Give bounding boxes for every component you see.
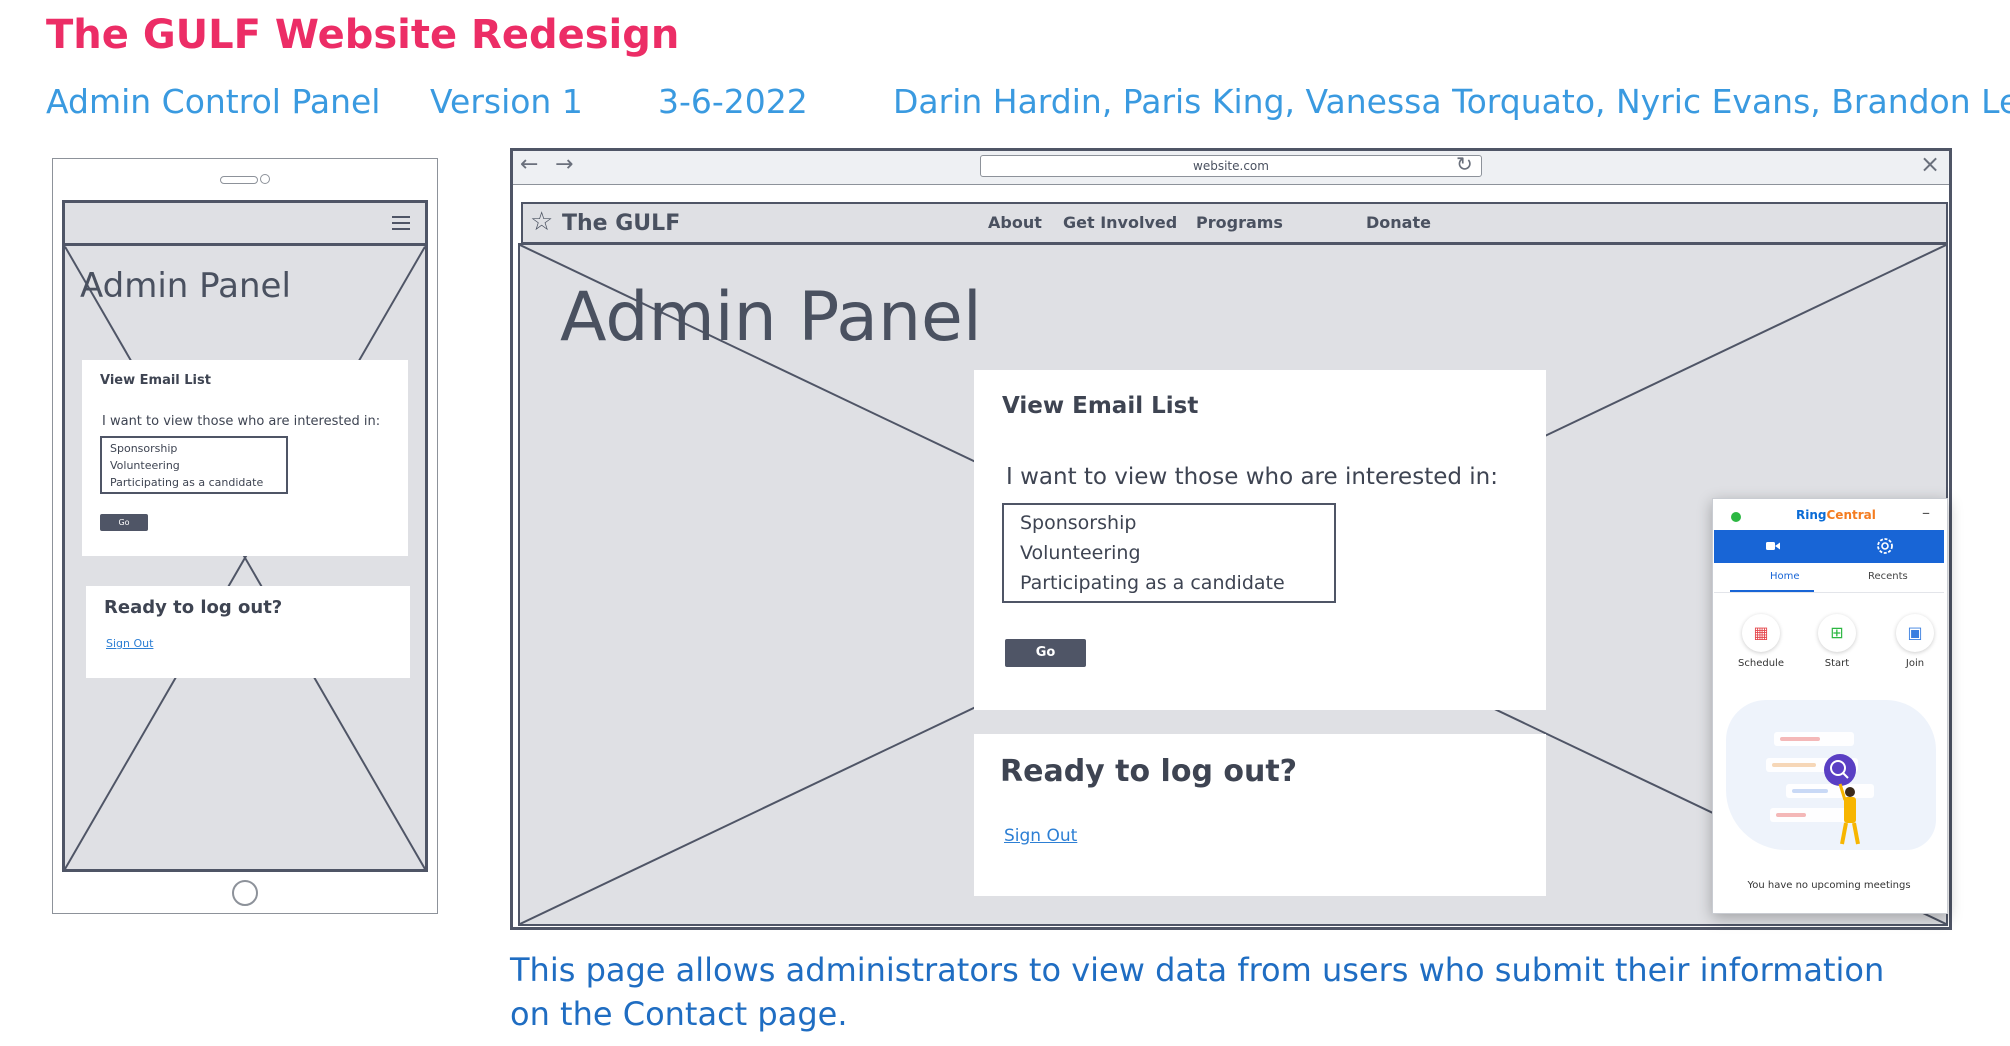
join-meeting-icon: ▣ — [1907, 623, 1923, 642]
list-item[interactable]: Volunteering — [1020, 538, 1318, 568]
mobile-email-card-title: View Email List — [100, 373, 211, 388]
tab-home[interactable]: Home — [1770, 571, 1800, 582]
calendar-icon: ▦ — [1753, 623, 1769, 642]
tab-recents[interactable]: Recents — [1868, 571, 1908, 582]
status-dot-icon — [1731, 512, 1741, 522]
site-name[interactable]: The GULF — [562, 211, 680, 236]
phone-camera — [260, 174, 270, 184]
schedule-button[interactable]: ▦ — [1742, 614, 1780, 652]
mobile-page-title: Admin Panel — [80, 266, 291, 306]
forward-arrow-icon[interactable]: → — [555, 152, 573, 177]
mobile-header-bar — [62, 200, 428, 246]
list-item[interactable]: Participating as a candidate — [1020, 568, 1318, 598]
hamburger-menu-icon[interactable] — [392, 216, 410, 230]
date-label: 3-6-2022 — [658, 82, 808, 121]
interest-prompt: I want to view those who are interested … — [1006, 464, 1498, 490]
phone-speaker — [220, 176, 258, 184]
authors-label: Darin Hardin, Paris King, Vanessa Torqua… — [893, 82, 2010, 121]
list-item[interactable]: Volunteering — [110, 457, 278, 474]
page-title: Admin Panel — [560, 278, 982, 357]
go-button[interactable]: Go — [1005, 639, 1086, 667]
email-list-card-title: View Email List — [1002, 393, 1199, 419]
nav-about[interactable]: About — [988, 213, 1042, 232]
tabs-divider — [1714, 592, 1944, 593]
reload-icon[interactable]: ↻ — [1456, 152, 1473, 176]
start-meeting-icon: ⊞ — [1830, 623, 1844, 642]
video-camera-icon[interactable] — [1766, 541, 1780, 551]
star-logo-icon[interactable]: ☆ — [530, 207, 553, 237]
start-label: Start — [1824, 658, 1850, 669]
list-item[interactable]: Sponsorship — [110, 440, 278, 457]
list-item[interactable]: Sponsorship — [1020, 508, 1318, 538]
phone-home-button — [232, 880, 258, 906]
document-title: The GULF Website Redesign — [46, 12, 680, 58]
mobile-interest-prompt: I want to view those who are interested … — [102, 414, 381, 429]
version-label: Version 1 — [430, 82, 583, 121]
nav-donate[interactable]: Donate — [1366, 213, 1431, 232]
start-button[interactable]: ⊞ — [1818, 614, 1856, 652]
back-arrow-icon[interactable]: ← — [520, 152, 538, 177]
search-person-illustration — [1766, 732, 1874, 845]
logout-card-title: Ready to log out? — [1000, 754, 1298, 789]
mobile-logout-title: Ready to log out? — [104, 597, 283, 618]
join-label: Join — [1905, 658, 1925, 669]
address-bar[interactable]: website.com — [980, 155, 1482, 177]
interest-listbox[interactable]: Sponsorship Volunteering Participating a… — [1002, 503, 1336, 603]
sign-out-link[interactable]: Sign Out — [1004, 826, 1077, 846]
mobile-sign-out-link[interactable]: Sign Out — [106, 637, 153, 650]
ringcentral-header-bar — [1714, 530, 1944, 563]
page-description-caption: This page allows administrators to view … — [510, 951, 1885, 1033]
close-icon[interactable]: × — [1920, 150, 1940, 178]
nav-get-involved[interactable]: Get Involved — [1063, 213, 1177, 232]
minimize-icon[interactable]: – — [1922, 503, 1930, 522]
schedule-label: Schedule — [1738, 658, 1784, 669]
list-item[interactable]: Participating as a candidate — [110, 474, 278, 491]
ringcentral-logo: RingCentral — [1796, 508, 1876, 522]
mobile-interest-listbox[interactable]: Sponsorship Volunteering Participating a… — [100, 436, 288, 494]
nav-programs[interactable]: Programs — [1196, 213, 1283, 232]
gear-icon[interactable] — [1875, 536, 1895, 556]
join-button[interactable]: ▣ — [1896, 614, 1934, 652]
no-meetings-message: You have no upcoming meetings — [1747, 880, 1911, 891]
page-name: Admin Control Panel — [46, 82, 381, 121]
mobile-go-button[interactable]: Go — [100, 514, 148, 531]
